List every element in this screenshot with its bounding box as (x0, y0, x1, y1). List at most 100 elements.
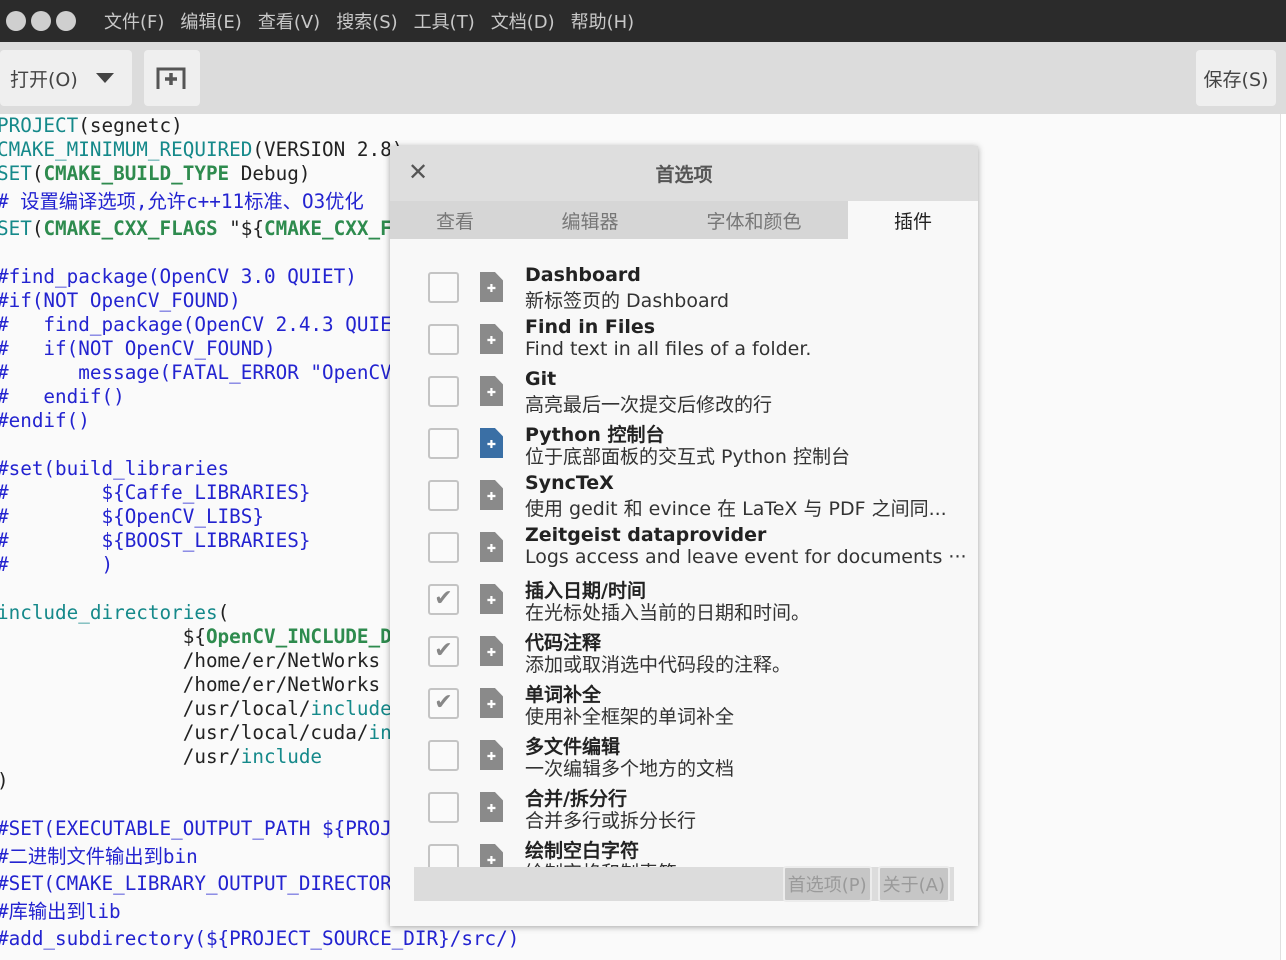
preferences-dialog: ✕ 首选项 查看 编辑器 字体和颜色 插件 ✚ Dashboard 新标签页的 Da… (390, 146, 978, 926)
code-token: # find_package(OpenCV 2.4.3 QUIET) (0, 313, 415, 336)
plugin-icon: ✚ (480, 792, 503, 822)
plugin-about-button[interactable]: 关于(A) (877, 866, 950, 902)
code-token: /usr/ (0, 745, 241, 768)
window-controls (0, 11, 76, 31)
code-token: #SET(EXECUTABLE_OUTPUT_PATH ${PROJECT (0, 817, 427, 840)
code-token: "${ (217, 217, 264, 240)
menu-file[interactable]: 文件(F) (104, 8, 164, 34)
plugin-checkbox[interactable] (428, 792, 459, 823)
open-button[interactable]: 打开(O) (0, 50, 132, 106)
plugin-checkbox[interactable] (428, 740, 459, 771)
plugin-icon: ✚ (480, 584, 503, 614)
plugin-description: 新标签页的 Dashboard (525, 290, 730, 312)
code-token: CMAKE_MINIMUM_REQUIRED (0, 138, 253, 161)
plugin-item: ✚ Find in Files Find text in all files of … (390, 316, 978, 370)
tab-bar: 查看 编辑器 字体和颜色 插件 (390, 201, 978, 239)
plugin-item: ✔ ✚ 代码注释 添加或取消选中代码段的注释。 (390, 630, 978, 682)
plugin-item: ✚ Zeitgeist dataprovider Logs access and l… (390, 524, 978, 578)
plugin-checkbox[interactable]: ✔ (428, 584, 459, 615)
code-token: #SET(CMAKE_LIBRARY_OUTPUT_DIRECTORY (0, 872, 404, 895)
tab-editor[interactable]: 编辑器 (520, 201, 660, 239)
plugin-item: ✚ SyncTeX 使用 gedit 和 evince 在 LaTeX 与 PDF … (390, 472, 978, 526)
plugin-checkbox[interactable] (428, 324, 459, 355)
menu-documents[interactable]: 文档(D) (491, 8, 555, 34)
tab-view[interactable]: 查看 (390, 201, 520, 239)
dropdown-arrow-icon[interactable] (95, 73, 114, 83)
code-token: #if(NOT OpenCV_FOUND) (0, 289, 241, 312)
code-token: include_directories (0, 601, 218, 624)
code-token: #add_subdirectory(${PROJECT_SOURCE_DIR}/… (0, 927, 520, 950)
code-token: # ${OpenCV_LIBS} (0, 505, 264, 528)
plugin-item: ✔ ✚ 插入日期/时间 在光标处插入当前的日期和时间。 (390, 578, 978, 630)
plugin-checkbox[interactable] (428, 376, 459, 407)
menu-search[interactable]: 搜索(S) (336, 8, 397, 34)
plugin-item: ✚ 多文件编辑 一次编辑多个地方的文档 (390, 734, 978, 786)
title-bar: 文件(F) 编辑(E) 查看(V) 搜索(S) 工具(T) 文档(D) 帮助(H… (0, 0, 1286, 42)
menu-edit[interactable]: 编辑(E) (180, 8, 241, 34)
code-token: CMAKE_CXX_FLAGS (43, 217, 218, 240)
code-token: (VERSION 2.8) (252, 138, 404, 161)
menu-tools[interactable]: 工具(T) (414, 8, 475, 34)
code-token: CMAKE_BUILD_TYPE (43, 162, 230, 185)
code-token: SET (0, 217, 32, 240)
plugin-checkbox[interactable]: ✔ (428, 688, 459, 719)
plugin-icon: ✚ (480, 688, 503, 718)
editor-scrollbar[interactable] (1280, 114, 1286, 960)
code-token: Debug) (229, 162, 311, 185)
plugin-icon: ✚ (480, 844, 503, 867)
menu-bar: 文件(F) 编辑(E) 查看(V) 搜索(S) 工具(T) 文档(D) 帮助(H… (104, 8, 650, 34)
plugin-item: ✚ Git 高亮最后一次提交后修改的行 (390, 368, 978, 422)
close-window-button[interactable] (6, 11, 26, 31)
plugin-checkbox[interactable] (428, 428, 459, 459)
plugin-description: 使用补全框架的单词补全 (525, 706, 735, 728)
new-tab-button[interactable] (144, 50, 200, 106)
plugin-item: ✚ 合并/拆分行 合并多行或拆分长行 (390, 786, 978, 838)
save-button[interactable]: 保存(S) (1196, 50, 1276, 106)
plugin-description: Logs access and leave event for document… (525, 546, 967, 568)
new-tab-icon (156, 67, 186, 89)
code-line: PROJECT(segnetc) (0, 114, 1280, 138)
menu-view[interactable]: 查看(V) (258, 8, 320, 34)
code-token: include (240, 745, 323, 768)
menu-help[interactable]: 帮助(H) (571, 8, 635, 34)
code-token: (segnetc) (78, 114, 183, 137)
code-token: # message(FATAL_ERROR "OpenCV (0, 361, 392, 384)
code-token: # ${Caffe_LIBRARIES} (0, 481, 311, 504)
plugin-checkbox[interactable] (428, 532, 459, 563)
plugin-name: Zeitgeist dataprovider (525, 524, 767, 546)
plugin-icon: ✚ (480, 272, 503, 302)
minimize-window-button[interactable] (31, 11, 51, 31)
plugin-description: 使用 gedit 和 evince 在 LaTeX 与 PDF 之间同... (525, 498, 947, 520)
plugin-icon: ✚ (480, 532, 503, 562)
maximize-window-button[interactable] (56, 11, 76, 31)
code-token: ( (217, 601, 230, 624)
code-token: /usr/local/cuda/ (0, 721, 369, 744)
plugin-description: 位于底部面板的交互式 Python 控制台 (525, 446, 850, 468)
plugin-checkbox[interactable] (428, 844, 459, 867)
plugin-icon: ✚ (480, 376, 503, 406)
code-token: ( (31, 217, 44, 240)
plugin-checkbox[interactable]: ✔ (428, 636, 459, 667)
plugin-checkbox[interactable] (428, 272, 459, 303)
code-token: ( (31, 162, 44, 185)
code-token: /usr/local/ (0, 697, 311, 720)
code-token: SET (0, 162, 32, 185)
plugin-preferences-button[interactable]: 首选项(P) (782, 866, 872, 902)
dialog-title: 首选项 (655, 164, 713, 186)
plugin-description: 在光标处插入当前的日期和时间。 (525, 602, 811, 624)
dialog-button-bar: 首选项(P) 关于(A) (414, 866, 954, 902)
tab-font-colors[interactable]: 字体和颜色 (660, 201, 848, 239)
plugin-checkbox[interactable] (428, 480, 459, 511)
tab-plugins[interactable]: 插件 (848, 201, 978, 239)
code-line: #add_subdirectory(${PROJECT_SOURCE_DIR}/… (0, 927, 1280, 951)
plugin-description: 一次编辑多个地方的文档 (525, 758, 735, 780)
toolbar: 打开(O) 保存(S) (0, 42, 1286, 114)
code-token: # ) (0, 553, 114, 576)
plugin-description: Find text in all files of a folder. (525, 338, 812, 360)
code-token: #find_package(OpenCV 3.0 QUIET) (0, 265, 357, 288)
plugin-list[interactable]: ✚ Dashboard 新标签页的 Dashboard ✚ Find in Files F… (390, 266, 978, 867)
plugin-icon: ✚ (480, 740, 503, 770)
open-label: 打开(O) (10, 68, 78, 91)
code-token: /home/er/NetWorks (0, 673, 381, 696)
python-icon: ✚ (480, 428, 503, 458)
